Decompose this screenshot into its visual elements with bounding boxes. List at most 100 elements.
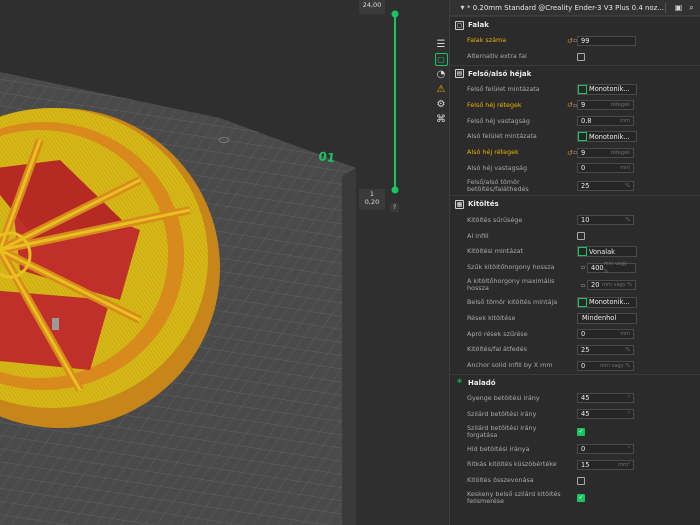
row-infill-density: Kitöltés sűrűsége 10%	[450, 212, 700, 228]
top-thickness-field[interactable]: 0.8 mm	[577, 116, 634, 127]
bottom-pattern-select[interactable]: Monotonik...	[577, 131, 637, 143]
section-walls: ▢ Falak	[450, 16, 700, 33]
settings-icon[interactable]: ⚙	[435, 98, 448, 111]
row-alt-extra-wall: Alternatív extra fal	[450, 49, 700, 65]
bottom-layers-field[interactable]: 9 rétegek	[577, 147, 634, 158]
wall-loops-field[interactable]: 99	[577, 35, 636, 46]
bridge-direction-field[interactable]: 0 °	[577, 444, 634, 455]
row-solid-rotate: Szilárd betöltési irány forgatása ✓	[450, 422, 700, 441]
row-infill-pattern: Kitöltési mintázat Vonalak	[450, 244, 700, 260]
anchor-solid-field[interactable]: 0 mm vagy %	[577, 360, 634, 371]
anchor-solid-label: Anchor solid infill by X mm	[467, 361, 553, 370]
internal-solid-select[interactable]: Monotonik...	[577, 296, 637, 308]
anchor-length-field[interactable]: 400 mm vagy %	[587, 261, 636, 275]
infill-density-field[interactable]: 10%	[577, 215, 634, 226]
layer-top-label: 24,00	[359, 0, 385, 14]
gap-filter-field[interactable]: 0 mm	[577, 329, 634, 340]
infill-wall-overlap-field[interactable]: 25%	[577, 344, 634, 355]
preset-divider	[665, 2, 666, 13]
anchor-length-label: Szűk kitöltőhorgony hossza	[467, 263, 555, 272]
combine-infill-checkbox[interactable]	[577, 476, 585, 485]
shell-icon[interactable]: ▢	[434, 53, 448, 66]
help-button[interactable]: ?	[390, 203, 399, 212]
row-wall-loops: Falak száma ↺ ▫ 99	[450, 33, 700, 49]
row-infill-wall-overlap: Kitöltés/fal átfedés 25%	[450, 342, 700, 358]
support-icon[interactable]: ⚠	[435, 83, 448, 96]
row-solid-overlap: Felső/alsó tömör betöltés/faláthedés 25%	[450, 176, 700, 195]
layer-slider-top-handle	[391, 10, 399, 18]
alt-extra-wall-checkbox[interactable]	[577, 52, 585, 61]
solid-rotate-label: Szilárd betöltési irány forgatása	[467, 423, 537, 439]
top-thickness-label: Felső héj vastagság	[467, 116, 530, 125]
row-top-layers: Felső héj rétegek ↺ ▫ 9 rétegek	[450, 97, 700, 113]
anchor-max-label: A kitöltőhorgony maximális hossza	[467, 277, 555, 293]
sparse-threshold-field[interactable]: 15 mm²	[577, 459, 634, 470]
ai-infill-label: AI infill	[467, 231, 489, 240]
walls-icon: ▢	[455, 20, 464, 30]
reset-icon[interactable]: ↺	[567, 37, 573, 45]
preset-name[interactable]: * 0.20mm Standard @Creality Ender-3 V3 P…	[467, 4, 665, 12]
solid-overlap-label: Felső/alsó tömör betöltés/faláthedés	[467, 177, 529, 193]
section-infill: ▦ Kitöltés	[450, 195, 700, 212]
narrow-internal-checkbox[interactable]: ✓	[577, 494, 585, 503]
bottom-thickness-field[interactable]: 0 mm	[577, 163, 634, 174]
search-icon[interactable]: ⌕	[687, 3, 696, 13]
combine-infill-label: Kitöltés összevonása	[467, 476, 534, 485]
row-ai-infill: AI infill	[450, 228, 700, 244]
row-bottom-layers: Alsó héj rétegek ↺ ▫ 9 rétegek	[450, 145, 700, 161]
alt-extra-wall-label: Alternatív extra fal	[467, 52, 527, 61]
row-top-pattern: Felső felület mintázata Monotonik...	[450, 82, 700, 98]
reset-icon[interactable]: ↺	[567, 149, 573, 157]
process-preset-bar[interactable]: ▾ * 0.20mm Standard @Creality Ender-3 V3…	[450, 0, 700, 16]
solid-direction-label: Szilárd betöltési irány	[467, 409, 537, 418]
infill-icon: ▦	[455, 199, 464, 209]
top-layers-field[interactable]: 9 rétegek	[577, 100, 634, 111]
bottom-thickness-label: Alsó héj vastagság	[467, 163, 528, 172]
save-icon[interactable]: ▣	[674, 3, 683, 12]
row-sparse-direction: Gyenge betöltési irány 45 °	[450, 391, 700, 407]
advanced-icon: ✻	[456, 378, 463, 386]
row-top-thickness: Felső héj vastagság 0.8 mm	[450, 113, 700, 129]
lock-icon: ▫	[581, 281, 586, 289]
infill-wall-overlap-label: Kitöltés/fal átfedés	[467, 345, 527, 354]
reset-icon[interactable]: ↺	[567, 101, 573, 109]
infill-pattern-label: Kitöltési mintázat	[467, 247, 523, 256]
solid-direction-field[interactable]: 45 °	[577, 409, 634, 420]
3d-viewport[interactable]: 01 24,00 1 0,20 ?	[0, 0, 449, 525]
section-advanced-title: Haladó	[468, 378, 496, 387]
infill-pattern-select[interactable]: Vonalak	[577, 246, 637, 258]
gap-fill-select[interactable]: Mindenhol	[577, 312, 637, 324]
pattern-swatch-icon	[578, 247, 587, 257]
layer-slider-bottom-handle	[391, 186, 399, 194]
gap-filter-label: Apró rések szűrése	[467, 329, 528, 338]
layer-bottom-label: 1 0,20	[359, 189, 385, 210]
preset-dropdown-icon[interactable]: ▾	[458, 3, 467, 12]
row-gap-fill: Rések kitöltése Mindenhol	[450, 310, 700, 326]
list-icon[interactable]: ☰	[435, 38, 448, 51]
internal-solid-label: Belső tömör kitöltés mintája	[467, 297, 558, 306]
plate-number: 01	[318, 149, 336, 165]
row-gap-filter: Apró rések szűrése 0 mm	[450, 326, 700, 342]
row-sparse-threshold: Ritkás kitöltés küszöbértéke 15 mm²	[450, 457, 700, 473]
slicer-window: 01 24,00 1 0,20 ? ☰ ▢ ◔ ⚠ ⚙ ⌘ ▾ * 0.20mm …	[0, 0, 700, 525]
row-anchor-max: A kitöltőhorgony maximális hossza ▫ 20 mm…	[450, 276, 700, 295]
narrow-internal-label: Keskeny belső szilárd kitöltés felismeré…	[467, 490, 561, 506]
infill-density-label: Kitöltés sűrűsége	[467, 215, 523, 224]
bottom-pattern-label: Alsó felület mintázata	[467, 132, 537, 141]
anchor-max-field[interactable]: 20 mm vagy %	[587, 280, 636, 291]
ai-infill-checkbox[interactable]	[577, 232, 585, 241]
section-shells-title: Felső/alsó héjak	[468, 69, 532, 78]
sparse-direction-label: Gyenge betöltési irány	[467, 393, 540, 402]
sparse-direction-field[interactable]: 45 °	[577, 393, 634, 404]
row-anchor-length: Szűk kitöltőhorgony hossza ▫ 400 mm vagy …	[450, 260, 700, 276]
speed-icon[interactable]: ◔	[435, 68, 448, 81]
solid-rotate-checkbox[interactable]: ✓	[577, 427, 585, 436]
sparse-threshold-label: Ritkás kitöltés küszöbértéke	[467, 460, 557, 469]
viewport-scene: 01	[0, 10, 399, 525]
multi-icon[interactable]: ⌘	[435, 113, 448, 126]
section-infill-title: Kitöltés	[468, 200, 499, 209]
row-combine-infill: Kitöltés összevonása	[450, 473, 700, 489]
top-pattern-select[interactable]: Monotonik...	[577, 83, 637, 95]
gap-fill-label: Rések kitöltése	[467, 313, 516, 322]
solid-overlap-field[interactable]: 25%	[577, 180, 634, 191]
